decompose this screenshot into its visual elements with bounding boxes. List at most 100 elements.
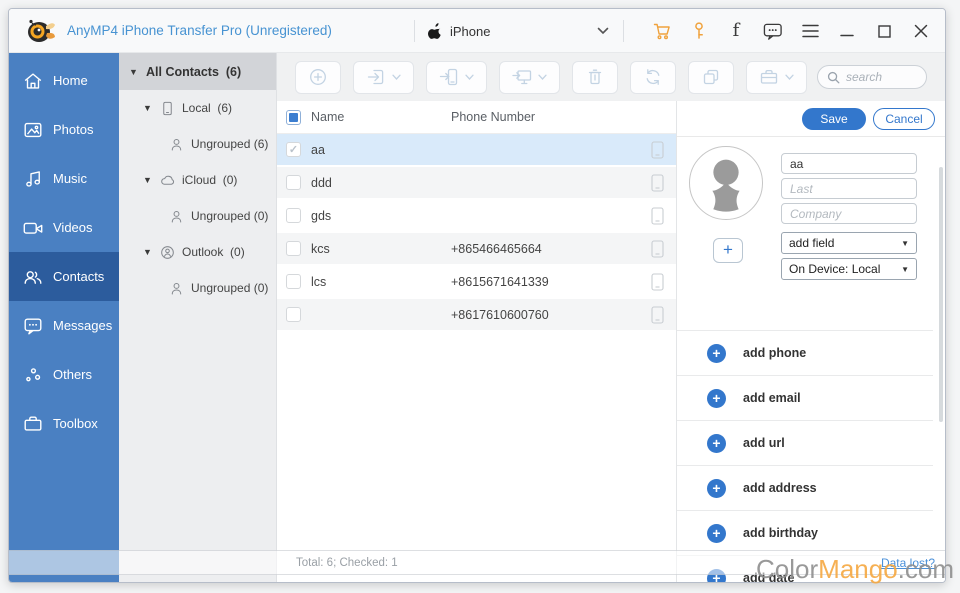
add-field-dropdown[interactable]: add field ▼ bbox=[781, 232, 917, 254]
search-input[interactable] bbox=[846, 70, 914, 84]
tree-item-local-ungrouped[interactable]: Ungrouped (6) bbox=[119, 126, 276, 162]
close-button[interactable] bbox=[911, 21, 931, 41]
sidebar-item-photos[interactable]: Photos bbox=[9, 105, 119, 154]
tree-label: Ungrouped (0) bbox=[191, 209, 268, 223]
add-contact-button[interactable] bbox=[295, 61, 341, 94]
music-icon bbox=[22, 168, 44, 190]
window-title: AnyMP4 iPhone Transfer Pro (Unregistered… bbox=[67, 23, 332, 38]
table-row[interactable]: ✓ aa bbox=[277, 134, 676, 165]
cloud-icon bbox=[160, 173, 175, 188]
separator bbox=[623, 20, 624, 42]
device-selector-inner: iPhone bbox=[415, 23, 623, 39]
plus-circle-icon: + bbox=[707, 434, 726, 453]
add-birthday-button[interactable]: + add birthday bbox=[677, 510, 933, 555]
tree-item-outlook-ungrouped[interactable]: Ungrouped (0) bbox=[119, 270, 276, 306]
select-all-checkbox[interactable] bbox=[286, 110, 301, 125]
cart-icon[interactable] bbox=[652, 21, 672, 41]
sidebar-item-videos[interactable]: Videos bbox=[9, 203, 119, 252]
plus-circle-icon: + bbox=[707, 479, 726, 498]
sidebar-item-toolbox[interactable]: Toolbox bbox=[9, 399, 119, 448]
company-field[interactable] bbox=[781, 203, 917, 224]
tools-button[interactable] bbox=[746, 61, 807, 94]
add-email-button[interactable]: + add email bbox=[677, 375, 933, 420]
device-phone-icon bbox=[651, 141, 664, 159]
sidebar-item-label: Photos bbox=[53, 122, 93, 137]
row-checkbox[interactable]: ✓ bbox=[286, 142, 301, 157]
contact-name: aa bbox=[311, 143, 451, 157]
table-row[interactable]: gds bbox=[277, 200, 676, 231]
tree-item-local[interactable]: ▼ Local (6) bbox=[119, 90, 276, 126]
table-row[interactable]: kcs +865466465664 bbox=[277, 233, 676, 264]
collapse-triangle-icon[interactable]: ▼ bbox=[143, 103, 153, 113]
app-logo-bee-icon bbox=[25, 17, 57, 45]
refresh-button[interactable] bbox=[630, 61, 676, 94]
facebook-icon[interactable]: f bbox=[726, 21, 746, 41]
collapse-triangle-icon[interactable]: ▼ bbox=[143, 247, 153, 257]
table-row[interactable]: lcs +8615671641339 bbox=[277, 266, 676, 297]
person-silhouette-icon bbox=[690, 147, 762, 219]
sidebar-item-home[interactable]: Home bbox=[9, 56, 119, 105]
device-name: iPhone bbox=[450, 24, 490, 39]
row-checkbox[interactable] bbox=[286, 175, 301, 190]
cancel-button[interactable]: Cancel bbox=[873, 108, 935, 130]
tree-item-icloud[interactable]: ▼ iCloud (0) bbox=[119, 162, 276, 198]
copy-icon bbox=[701, 67, 721, 87]
first-name-field[interactable] bbox=[781, 153, 917, 174]
vertical-scrollbar[interactable] bbox=[939, 167, 943, 422]
row-checkbox[interactable] bbox=[286, 241, 301, 256]
add-url-button[interactable]: + add url bbox=[677, 420, 933, 465]
row-checkbox[interactable] bbox=[286, 208, 301, 223]
tree-item-all-contacts[interactable]: ▼ All Contacts (6) bbox=[119, 53, 276, 90]
sidebar-item-contacts[interactable]: Contacts bbox=[9, 252, 119, 301]
device-selector-dropdown[interactable]: iPhone bbox=[414, 9, 624, 53]
sidebar-item-music[interactable]: Music bbox=[9, 154, 119, 203]
toolbox-icon bbox=[22, 413, 44, 435]
chevron-down-icon bbox=[465, 74, 474, 81]
register-key-icon[interactable] bbox=[689, 21, 709, 41]
tree-item-icloud-ungrouped[interactable]: Ungrouped (0) bbox=[119, 198, 276, 234]
maximize-button[interactable] bbox=[874, 21, 894, 41]
import-button[interactable] bbox=[353, 61, 414, 94]
sidebar-item-others[interactable]: Others bbox=[9, 350, 119, 399]
add-avatar-button[interactable]: + bbox=[713, 238, 743, 263]
table-header-row: Name Phone Number bbox=[277, 101, 676, 134]
add-row-label: add birthday bbox=[743, 526, 818, 540]
table-row[interactable]: ddd bbox=[277, 167, 676, 198]
menu-icon[interactable] bbox=[800, 21, 820, 41]
add-address-button[interactable]: + add address bbox=[677, 465, 933, 510]
export-to-pc-button[interactable] bbox=[499, 61, 560, 94]
tree-label: Outlook (0) bbox=[182, 245, 245, 259]
search-box[interactable] bbox=[817, 65, 927, 89]
column-header-name: Name bbox=[311, 110, 451, 124]
title-bar: AnyMP4 iPhone Transfer Pro (Unregistered… bbox=[9, 9, 945, 53]
minimize-button[interactable] bbox=[837, 21, 857, 41]
add-row-label: add phone bbox=[743, 346, 806, 360]
collapse-triangle-icon[interactable]: ▼ bbox=[129, 67, 139, 77]
import-icon bbox=[366, 67, 386, 87]
chevron-down-icon bbox=[538, 74, 547, 81]
detail-action-bar: Save Cancel bbox=[677, 101, 945, 137]
dedupe-button[interactable] bbox=[688, 61, 734, 94]
add-phone-button[interactable]: + add phone bbox=[677, 330, 933, 375]
plus-circle-icon: + bbox=[707, 389, 726, 408]
collapse-triangle-icon[interactable]: ▼ bbox=[143, 175, 153, 185]
feedback-icon[interactable] bbox=[763, 21, 783, 41]
delete-button[interactable] bbox=[572, 61, 618, 94]
tree-label: Local (6) bbox=[182, 101, 232, 115]
export-to-device-button[interactable] bbox=[426, 61, 487, 94]
groups-tree-panel: ▼ All Contacts (6) ▼ Local (6) Ungrouped… bbox=[119, 53, 277, 582]
plus-circle-icon: + bbox=[707, 524, 726, 543]
row-checkbox[interactable] bbox=[286, 274, 301, 289]
row-checkbox[interactable] bbox=[286, 307, 301, 322]
sidebar-item-messages[interactable]: Messages bbox=[9, 301, 119, 350]
on-device-dropdown[interactable]: On Device: Local ▼ bbox=[781, 258, 917, 280]
facebook-glyph: f bbox=[733, 22, 740, 40]
contact-name: kcs bbox=[311, 242, 451, 256]
data-lost-link[interactable]: Data lost? bbox=[881, 556, 935, 570]
table-row[interactable]: +8617610600760 bbox=[277, 299, 676, 330]
add-row-label: add url bbox=[743, 436, 785, 450]
save-button[interactable]: Save bbox=[802, 108, 866, 130]
tree-item-outlook[interactable]: ▼ Outlook (0) bbox=[119, 234, 276, 270]
contacts-toolbar bbox=[277, 53, 945, 101]
last-name-field[interactable] bbox=[781, 178, 917, 199]
